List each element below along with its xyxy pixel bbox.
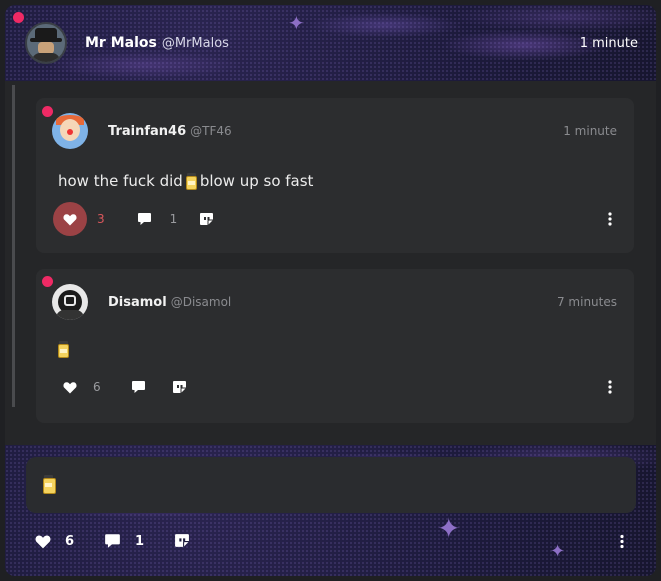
reply-text-part: how the fuck did bbox=[58, 172, 183, 190]
heart-icon[interactable] bbox=[53, 202, 87, 236]
post-time: 1 minute bbox=[579, 35, 638, 51]
post-header: Mr Malos @MrMalos 1 minute bbox=[5, 5, 656, 81]
reply-actions: 3 1 bbox=[36, 194, 634, 244]
heart-icon[interactable] bbox=[63, 381, 77, 394]
reply-text-part: blow up so fast bbox=[199, 172, 314, 190]
jar-emoji bbox=[43, 475, 56, 495]
comment-icon[interactable] bbox=[104, 533, 121, 549]
online-indicator bbox=[13, 12, 24, 23]
comment-action[interactable]: 1 bbox=[137, 212, 178, 226]
heart-icon[interactable] bbox=[35, 534, 51, 549]
quote-icon[interactable] bbox=[172, 380, 187, 395]
comment-action[interactable]: 1 bbox=[104, 533, 144, 549]
avatar[interactable] bbox=[25, 22, 67, 64]
reply-text: how the fuck did blow up so fast bbox=[36, 150, 634, 194]
quote-icon[interactable] bbox=[174, 533, 190, 549]
comment-count: 1 bbox=[169, 212, 178, 226]
quote-action[interactable] bbox=[172, 380, 187, 395]
quote-action[interactable] bbox=[174, 533, 190, 549]
like-action[interactable]: 6 bbox=[63, 380, 101, 394]
reply-header: Disamol @Disamol 7 minutes bbox=[36, 269, 634, 321]
quote-action[interactable] bbox=[199, 212, 214, 227]
reply-header: Trainfan46 @TF46 1 minute bbox=[36, 98, 634, 150]
online-indicator bbox=[42, 106, 53, 117]
comment-action[interactable] bbox=[131, 380, 146, 394]
quote-icon[interactable] bbox=[199, 212, 214, 227]
like-action[interactable]: 6 bbox=[35, 534, 74, 549]
reply-card: Disamol @Disamol 7 minutes 6 bbox=[36, 269, 634, 423]
author-name[interactable]: Mr Malos bbox=[85, 35, 157, 51]
online-indicator bbox=[42, 276, 53, 287]
like-action[interactable]: 3 bbox=[53, 202, 105, 236]
reply-card: Trainfan46 @TF46 1 minute how the fuck d… bbox=[36, 98, 634, 253]
more-icon[interactable] bbox=[608, 212, 612, 226]
author-name[interactable]: Trainfan46 bbox=[108, 124, 186, 139]
thread-line bbox=[12, 85, 15, 407]
reply-text bbox=[36, 321, 634, 365]
jar-emoji bbox=[185, 172, 197, 190]
post-frame: ✦ ✦ ✦ Mr Malos @MrMalos 1 minute Trainfa… bbox=[5, 5, 656, 576]
reply-time: 1 minute bbox=[563, 124, 617, 138]
reply-actions: 6 bbox=[36, 365, 634, 409]
reply-time: 7 minutes bbox=[556, 295, 617, 309]
avatar[interactable] bbox=[52, 284, 88, 320]
author-handle[interactable]: @MrMalos bbox=[162, 36, 229, 51]
author-handle[interactable]: @Disamol bbox=[171, 295, 232, 309]
jar-emoji bbox=[58, 340, 69, 358]
more-icon[interactable] bbox=[608, 380, 612, 394]
comment-icon[interactable] bbox=[137, 212, 152, 226]
author-handle[interactable]: @TF46 bbox=[190, 124, 232, 138]
post-content bbox=[26, 457, 636, 513]
comment-icon[interactable] bbox=[131, 380, 146, 394]
author-name[interactable]: Disamol bbox=[108, 295, 167, 310]
like-count: 6 bbox=[65, 533, 75, 549]
comment-count: 1 bbox=[135, 533, 145, 549]
like-count: 6 bbox=[93, 380, 101, 394]
avatar[interactable] bbox=[52, 113, 88, 149]
like-count: 3 bbox=[97, 212, 105, 226]
more-icon[interactable] bbox=[620, 534, 624, 549]
post-actions: 6 1 bbox=[5, 523, 656, 559]
